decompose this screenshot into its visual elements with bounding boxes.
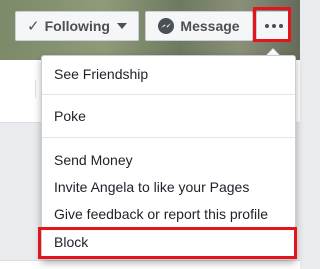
message-button[interactable]: Message [145,11,253,41]
nav-divider [35,80,36,98]
menu-item-send-money[interactable]: Send Money [54,152,133,168]
menu-separator [42,94,295,95]
checkmark-icon: ✓ [27,17,40,35]
following-button[interactable]: ✓ Following [15,11,139,41]
menu-item-see-friendship[interactable]: See Friendship [54,66,148,82]
block-item-highlight [38,227,297,259]
following-label: Following [44,18,110,34]
message-label: Message [180,18,240,34]
menu-separator [42,137,295,138]
menu-item-invite-like-pages[interactable]: Invite Angela to like your Pages [54,179,249,195]
more-button-highlight [253,7,291,42]
chevron-down-icon [116,23,127,29]
messenger-icon [158,18,175,34]
menu-item-give-feedback[interactable]: Give feedback or report this profile [54,206,268,222]
menu-item-poke[interactable]: Poke [54,108,86,124]
